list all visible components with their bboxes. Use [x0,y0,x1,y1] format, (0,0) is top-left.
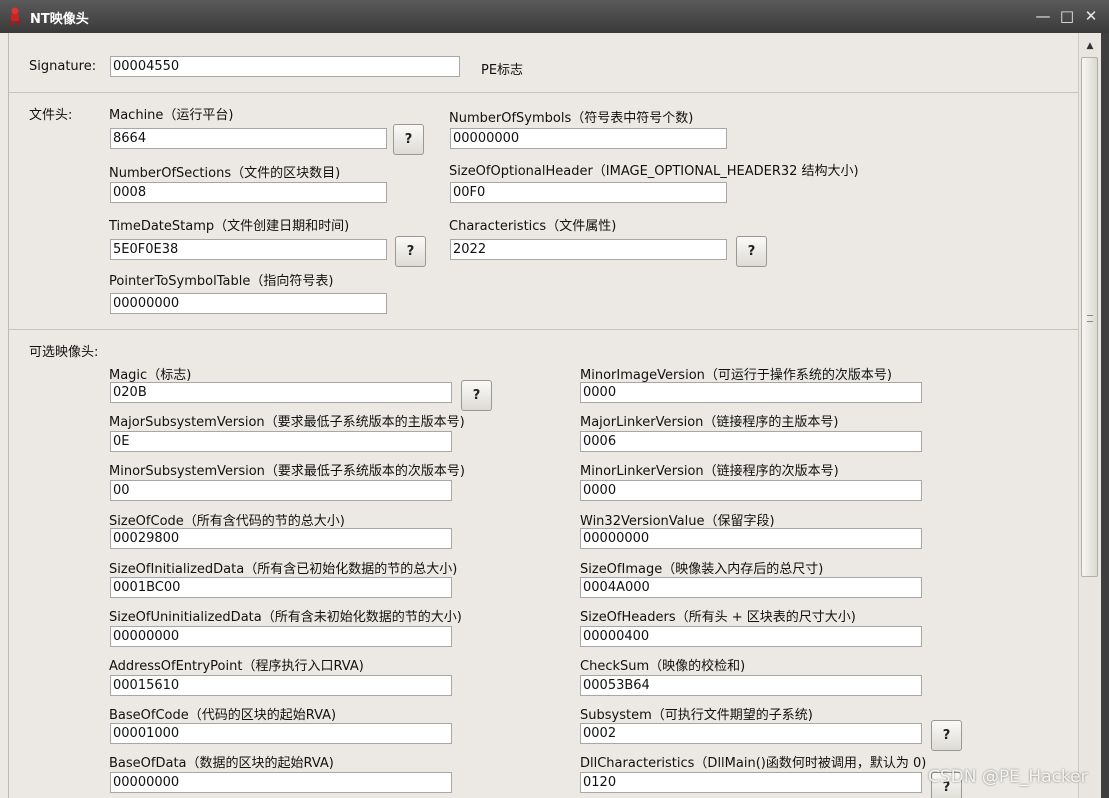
check-sum-field[interactable]: 00053B64 [580,675,922,696]
size-of-uninitialized-data-field[interactable]: 00000000 [110,626,452,647]
size-of-initialized-data-label: SizeOfInitializedData（所有含已初始化数据的节的总大小) [109,562,458,577]
base-of-data-label: BaseOfData（数据的区块的起始RVA) [109,756,334,771]
check-sum-label: CheckSum（映像的校检和) [580,659,746,674]
dll-characteristics-label: DllCharacteristics（DllMain()函数何时被调用，默认为 … [580,756,927,771]
size-of-code-field[interactable]: 00029800 [110,528,452,549]
base-of-code-field[interactable]: 00001000 [110,723,452,744]
divider [9,92,1078,93]
size-of-uninitialized-data-label: SizeOfUninitializedData（所有含未初始化数据的节的大小) [109,610,462,625]
time-date-stamp-label: TimeDateStamp（文件创建日期和时间) [109,219,350,234]
subsystem-field[interactable]: 0002 [580,723,922,744]
maximize-icon[interactable]: □ [1058,7,1076,25]
size-of-image-label: SizeOfImage（映像装入内存后的总尺寸) [580,562,824,577]
scroll-up-arrow-icon[interactable]: ▲ [1082,39,1098,53]
vertical-scrollbar[interactable]: ▲ [1078,33,1101,798]
nt-header-panel: Signature: 00004550 PE标志 文件头: Machine（运行… [8,33,1078,798]
signature-label: Signature: [29,59,97,74]
characteristics-label: Characteristics（文件属性) [449,219,617,234]
size-of-optional-header-label: SizeOfOptionalHeader（IMAGE_OPTIONAL_HEAD… [449,164,859,179]
number-of-symbols-label: NumberOfSymbols（符号表中符号个数) [449,111,694,126]
minor-subsystem-version-label: MinorSubsystemVersion（要求最低子系统版本的次版本号) [109,464,465,479]
machine-help-button[interactable]: ? [393,124,424,155]
win32-version-value-label: Win32VersionValue（保留字段) [580,514,775,529]
minor-subsystem-version-field[interactable]: 00 [110,480,452,501]
machine-field[interactable]: 8664 [110,128,387,149]
minor-image-version-label: MinorImageVersion（可运行于操作系统的次版本号) [580,368,892,383]
major-linker-version-label: MajorLinkerVersion（链接程序的主版本号) [580,415,839,430]
window-border [1101,33,1109,798]
address-of-entry-point-field[interactable]: 00015610 [110,675,452,696]
major-subsystem-version-field[interactable]: 0E [110,431,452,452]
subsystem-help-button[interactable]: ? [931,720,962,751]
minor-linker-version-field[interactable]: 0000 [580,480,922,501]
major-linker-version-field[interactable]: 0006 [580,431,922,452]
scrollbar-thumb[interactable] [1081,57,1098,577]
divider [9,329,1078,330]
characteristics-help-button[interactable]: ? [736,236,767,267]
title-bar: NT映像头 — □ ✕ [0,0,1109,33]
app-icon [10,7,20,25]
minor-image-version-field[interactable]: 0000 [580,382,922,403]
win32-version-value-field[interactable]: 00000000 [580,528,922,549]
size-of-optional-header-field[interactable]: 00F0 [450,182,727,203]
magic-field[interactable]: 020B [110,382,452,403]
minor-linker-version-label: MinorLinkerVersion（链接程序的次版本号) [580,464,839,479]
size-of-initialized-data-field[interactable]: 0001BC00 [110,577,452,598]
magic-help-button[interactable]: ? [461,380,492,411]
time-date-stamp-help-button[interactable]: ? [395,236,426,267]
optional-header-section-label: 可选映像头: [29,345,99,360]
size-of-code-label: SizeOfCode（所有含代码的节的总大小) [109,514,345,529]
signature-note: PE标志 [481,63,524,78]
size-of-image-field[interactable]: 0004A000 [580,577,922,598]
size-of-headers-label: SizeOfHeaders（所有头 + 区块表的尺寸大小) [580,610,856,625]
watermark: CSDN @PE_Hacker [928,767,1088,787]
number-of-symbols-field[interactable]: 00000000 [450,128,727,149]
address-of-entry-point-label: AddressOfEntryPoint（程序执行入口RVA) [109,659,364,674]
pointer-to-symbol-table-field[interactable]: 00000000 [110,293,387,314]
time-date-stamp-field[interactable]: 5E0F0E38 [110,239,387,260]
characteristics-field[interactable]: 2022 [450,239,727,260]
close-icon[interactable]: ✕ [1082,7,1100,25]
pointer-to-symbol-table-label: PointerToSymbolTable（指向符号表) [109,274,334,289]
signature-field[interactable]: 00004550 [110,56,460,77]
grip-icon [1087,315,1093,322]
minimize-icon[interactable]: — [1034,7,1052,25]
size-of-headers-field[interactable]: 00000400 [580,626,922,647]
number-of-sections-label: NumberOfSections（文件的区块数目) [109,166,341,181]
base-of-data-field[interactable]: 00000000 [110,772,452,793]
subsystem-label: Subsystem（可执行文件期望的子系统) [580,708,813,723]
machine-label: Machine（运行平台) [109,108,234,123]
file-header-section-label: 文件头: [29,108,73,123]
number-of-sections-field[interactable]: 0008 [110,182,387,203]
base-of-code-label: BaseOfCode（代码的区块的起始RVA) [109,708,337,723]
dll-characteristics-field[interactable]: 0120 [580,772,922,793]
magic-label: Magic（标志) [109,368,192,383]
window-title: NT映像头 [30,12,89,27]
major-subsystem-version-label: MajorSubsystemVersion（要求最低子系统版本的主版本号) [109,415,465,430]
